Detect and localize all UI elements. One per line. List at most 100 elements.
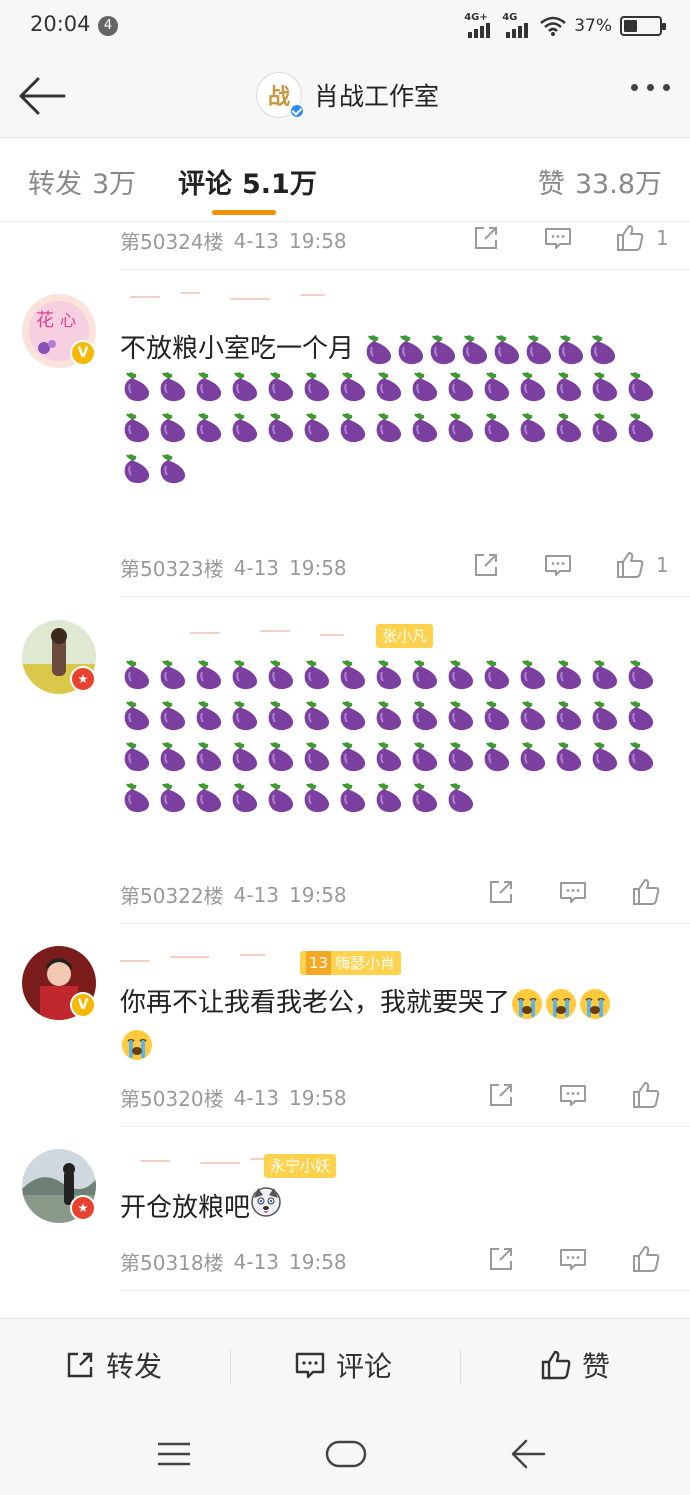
eggplant-icon [340,413,366,443]
comment-date: 4-13 [233,1249,280,1274]
eggplant-emoji-group [120,658,670,815]
eggplant-icon [448,701,474,731]
eggplant-icon [304,783,330,813]
share-icon[interactable] [472,551,500,579]
eggplant-icon [196,783,222,813]
eggplant-icon [232,660,258,690]
like-icon[interactable] [632,1245,660,1273]
share-icon[interactable] [487,878,515,906]
notification-badge: 4 [98,16,118,36]
account-title[interactable]: 战 肖战工作室 [256,72,439,119]
back-icon[interactable] [510,1436,546,1472]
eggplant-icon [520,701,546,731]
header: 战 肖战工作室 [0,54,690,138]
share-icon[interactable] [487,1081,515,1109]
share-icon[interactable] [487,1245,515,1273]
eggplant-icon [628,660,654,690]
like-icon[interactable] [616,224,644,252]
eggplant-icon [376,742,402,772]
eggplant-icon [304,372,330,402]
menu-icon[interactable] [156,1436,192,1472]
eggplant-icon [376,372,402,402]
eggplant-icon [412,701,438,731]
eggplant-icon [268,783,294,813]
home-icon[interactable] [325,1436,367,1472]
tab-comment[interactable]: 评论 5.1万 [178,162,317,201]
eggplant-icon [232,701,258,731]
reply-icon[interactable] [559,878,587,906]
tab-repost[interactable]: 转发 3万 [28,162,136,201]
like-icon[interactable] [632,1081,660,1109]
eggplant-icon [340,742,366,772]
eggplant-icon [268,701,294,731]
comment-list[interactable]: 第50324楼 4-13 19:58 1 花 心 V 不放粮小室吃一个月 第50… [0,222,690,1318]
tab-like[interactable]: 赞 33.8万 [538,162,662,201]
like-icon[interactable] [632,878,660,906]
eggplant-icon [124,660,150,690]
username-redacted [120,288,360,308]
floor-number: 第50324楼 [120,230,224,254]
comment-meta: 第50323楼 4-13 19:58 [120,553,347,582]
like-button[interactable]: 赞 [540,1345,610,1385]
comment-icon [295,1352,325,1379]
reply-icon[interactable] [559,1245,587,1273]
active-tab-indicator [212,210,276,215]
eggplant-icon [520,660,546,690]
eggplant-icon [366,335,392,365]
fan-badge: 张小凡 [376,624,434,648]
floor-number: 第50320楼 [120,1087,224,1111]
eggplant-icon [160,372,186,402]
divider [120,269,690,270]
eggplant-icon [376,701,402,731]
system-nav-bar [0,1414,690,1495]
comment-time: 19:58 [289,1085,347,1110]
eggplant-icon [628,372,654,402]
repost-button[interactable]: 转发 [64,1345,162,1385]
reply-icon[interactable] [544,224,572,252]
fan-badge: 13 嗨瑟小肖 [300,951,402,975]
eggplant-icon [412,660,438,690]
eggplant-icon [628,413,654,443]
eggplant-icon [232,372,258,402]
divider [120,923,690,924]
eggplant-icon [196,742,222,772]
share-icon[interactable] [472,224,500,252]
account-avatar[interactable]: 战 [256,72,305,119]
eggplant-icon [484,660,510,690]
eggplant-icon [160,783,186,813]
eggplant-icon [430,335,456,365]
divider [120,596,690,597]
eggplant-icon [526,335,552,365]
eggplant-icon [160,413,186,443]
eggplant-icon [232,742,258,772]
tab-repost-count: 3万 [92,169,137,200]
thumbs-up-icon [541,1350,571,1380]
back-arrow-icon[interactable] [16,74,68,118]
eggplant-icon [340,660,366,690]
eggplant-icon [398,335,424,365]
separator [460,1349,461,1385]
comment-time: 19:58 [289,228,347,253]
eggplant-icon [340,783,366,813]
more-options-icon[interactable] [631,84,670,91]
reply-icon[interactable] [559,1081,587,1109]
eggplant-icon [376,413,402,443]
eggplant-icon [556,660,582,690]
eggplant-icon [448,742,474,772]
like-icon[interactable] [616,551,644,579]
crying-face-icon [510,983,612,1025]
tab-like-label: 赞 [537,169,565,200]
comment-meta: 第50318楼 4-13 19:58 [120,1247,347,1276]
comment-date: 4-13 [233,555,280,580]
eggplant-icon [376,660,402,690]
comment-meta: 第50322楼 4-13 19:58 [120,880,347,909]
eggplant-icon [556,742,582,772]
eggplant-emoji-group [120,370,670,486]
reply-icon[interactable] [544,551,572,579]
eggplant-icon [124,372,150,402]
eggplant-icon [520,742,546,772]
eggplant-icon [628,742,654,772]
eggplant-icon [124,701,150,731]
repost-label: 转发 [106,1350,163,1383]
comment-button[interactable]: 评论 [294,1345,392,1385]
